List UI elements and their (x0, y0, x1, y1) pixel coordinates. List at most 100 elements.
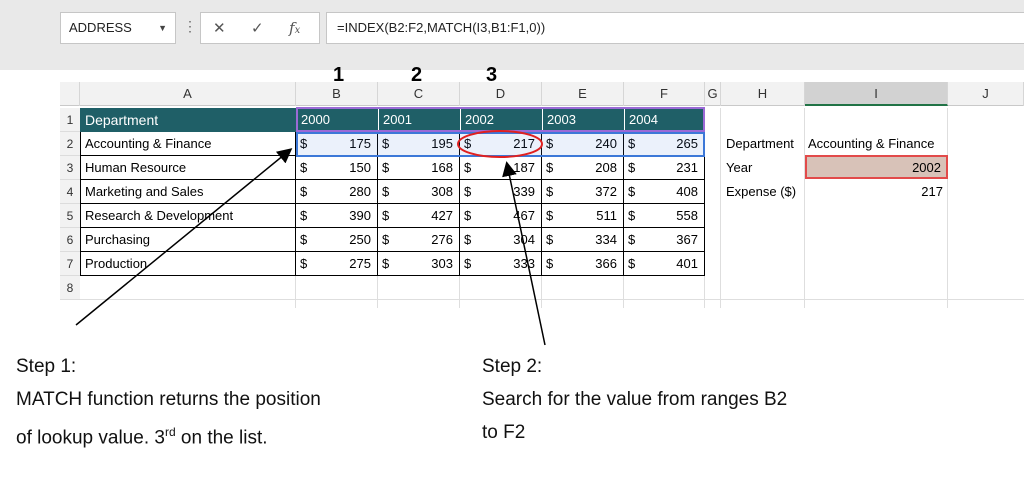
row-header-4[interactable]: 4 (60, 180, 80, 204)
table-header-year[interactable]: 2000 (296, 108, 378, 132)
column-header-h[interactable]: H (721, 82, 805, 106)
step1-line1: MATCH function returns the position (16, 389, 321, 410)
currency-symbol: $ (546, 232, 554, 247)
name-box[interactable]: ADDRESS ▼ (60, 12, 176, 44)
cell-number: 366 (595, 256, 617, 271)
column-header-d[interactable]: D (460, 82, 542, 106)
lookup-department-label[interactable]: Department (724, 132, 808, 156)
currency-symbol: $ (464, 232, 472, 247)
currency-symbol: $ (464, 208, 472, 223)
table-header-year[interactable]: 2002 (460, 108, 542, 132)
table-cell-value[interactable]: $250 (296, 228, 378, 252)
table-header-department[interactable]: Department (80, 108, 296, 132)
lookup-expense-label[interactable]: Expense ($) (724, 180, 808, 204)
lookup-year-label[interactable]: Year (724, 156, 808, 180)
cell-number: 265 (676, 136, 698, 151)
cell-number: 308 (431, 184, 453, 199)
column-header-j[interactable]: J (948, 82, 1024, 106)
row-header-5[interactable]: 5 (60, 204, 80, 228)
table-cell-value[interactable]: $231 (624, 156, 705, 180)
table-cell-value[interactable]: $511 (542, 204, 624, 228)
table-cell-value[interactable]: $280 (296, 180, 378, 204)
table-cell-value[interactable]: $276 (378, 228, 460, 252)
lookup-expense-value[interactable]: 217 (805, 180, 948, 204)
table-cell-value[interactable]: $308 (378, 180, 460, 204)
row-header-2[interactable]: 2 (60, 132, 80, 156)
select-all-corner[interactable] (60, 82, 80, 106)
currency-symbol: $ (546, 208, 554, 223)
table-cell-department[interactable]: Research & Development (80, 204, 296, 228)
cell-number: 195 (431, 136, 453, 151)
step2-title: Step 2: (482, 356, 543, 377)
cell-number: 372 (595, 184, 617, 199)
currency-symbol: $ (300, 208, 308, 223)
currency-symbol: $ (546, 136, 554, 151)
table-cell-department[interactable]: Human Resource (80, 156, 296, 180)
table-cell-value[interactable]: $408 (624, 180, 705, 204)
table-cell-department[interactable]: Production (80, 252, 296, 276)
table-cell-value[interactable]: $240 (542, 132, 624, 156)
currency-symbol: $ (464, 160, 472, 175)
cell-number: 408 (676, 184, 698, 199)
currency-symbol: $ (628, 160, 636, 175)
table-cell-department[interactable]: Purchasing (80, 228, 296, 252)
formula-bar-area: ADDRESS ▼ ⋮ ✕ ✓ fx =INDEX(B2:F2,MATCH(I3… (0, 0, 1024, 70)
table-cell-value[interactable]: $401 (624, 252, 705, 276)
table-cell-value[interactable]: $367 (624, 228, 705, 252)
currency-symbol: $ (382, 136, 390, 151)
table-cell-value[interactable]: $372 (542, 180, 624, 204)
cell-number: 304 (513, 232, 535, 247)
table-cell-value[interactable]: $275 (296, 252, 378, 276)
row-header-3[interactable]: 3 (60, 156, 80, 180)
table-cell-value[interactable]: $304 (460, 228, 542, 252)
lookup-year-value[interactable]: 2002 (805, 155, 948, 179)
row-header-7[interactable]: 7 (60, 252, 80, 276)
column-header-e[interactable]: E (542, 82, 624, 106)
table-cell-value[interactable]: $175 (296, 132, 378, 156)
column-header-g[interactable]: G (705, 82, 721, 106)
lookup-department-value[interactable]: Accounting & Finance (807, 132, 950, 156)
column-header-a[interactable]: A (80, 82, 296, 106)
row-header-1[interactable]: 1 (60, 108, 80, 132)
table-cell-value[interactable]: $195 (378, 132, 460, 156)
cancel-icon[interactable]: ✕ (213, 19, 226, 37)
more-options-icon[interactable]: ⋮ (183, 18, 197, 35)
table-cell-value[interactable]: $334 (542, 228, 624, 252)
currency-symbol: $ (382, 232, 390, 247)
currency-symbol: $ (628, 184, 636, 199)
column-header-b[interactable]: B (296, 82, 378, 106)
table-cell-value[interactable]: $558 (624, 204, 705, 228)
table-cell-value[interactable]: $208 (542, 156, 624, 180)
enter-check-icon[interactable]: ✓ (251, 19, 264, 37)
formula-input[interactable]: =INDEX(B2:F2,MATCH(I3,B1:F1,0)) (326, 12, 1024, 44)
table-cell-value[interactable]: $390 (296, 204, 378, 228)
table-cell-value[interactable]: $333 (460, 252, 542, 276)
cell-number: 427 (431, 208, 453, 223)
table-cell-value[interactable]: $303 (378, 252, 460, 276)
cell-number: 168 (431, 160, 453, 175)
table-cell-value[interactable]: $187 (460, 156, 542, 180)
column-header-f[interactable]: F (624, 82, 705, 106)
table-cell-value[interactable]: $265 (624, 132, 705, 156)
table-cell-department[interactable]: Accounting & Finance (80, 132, 296, 156)
table-cell-value[interactable]: $467 (460, 204, 542, 228)
currency-symbol: $ (546, 184, 554, 199)
column-header-c[interactable]: C (378, 82, 460, 106)
table-cell-value[interactable]: $150 (296, 156, 378, 180)
table-cell-department[interactable]: Marketing and Sales (80, 180, 296, 204)
table-cell-value[interactable]: $339 (460, 180, 542, 204)
table-cell-value[interactable]: $168 (378, 156, 460, 180)
table-cell-value[interactable]: $217 (460, 132, 542, 156)
row-header-6[interactable]: 6 (60, 228, 80, 252)
cell-number: 187 (513, 160, 535, 175)
table-header-year[interactable]: 2004 (624, 108, 705, 132)
cell-number: 217 (513, 136, 535, 151)
dropdown-arrow-icon[interactable]: ▼ (158, 13, 167, 43)
table-cell-value[interactable]: $427 (378, 204, 460, 228)
table-header-year[interactable]: 2001 (378, 108, 460, 132)
column-header-i[interactable]: I (805, 82, 948, 106)
row-header-8[interactable]: 8 (60, 276, 80, 300)
insert-function-icon[interactable]: fx (289, 19, 300, 37)
table-header-year[interactable]: 2003 (542, 108, 624, 132)
table-cell-value[interactable]: $366 (542, 252, 624, 276)
